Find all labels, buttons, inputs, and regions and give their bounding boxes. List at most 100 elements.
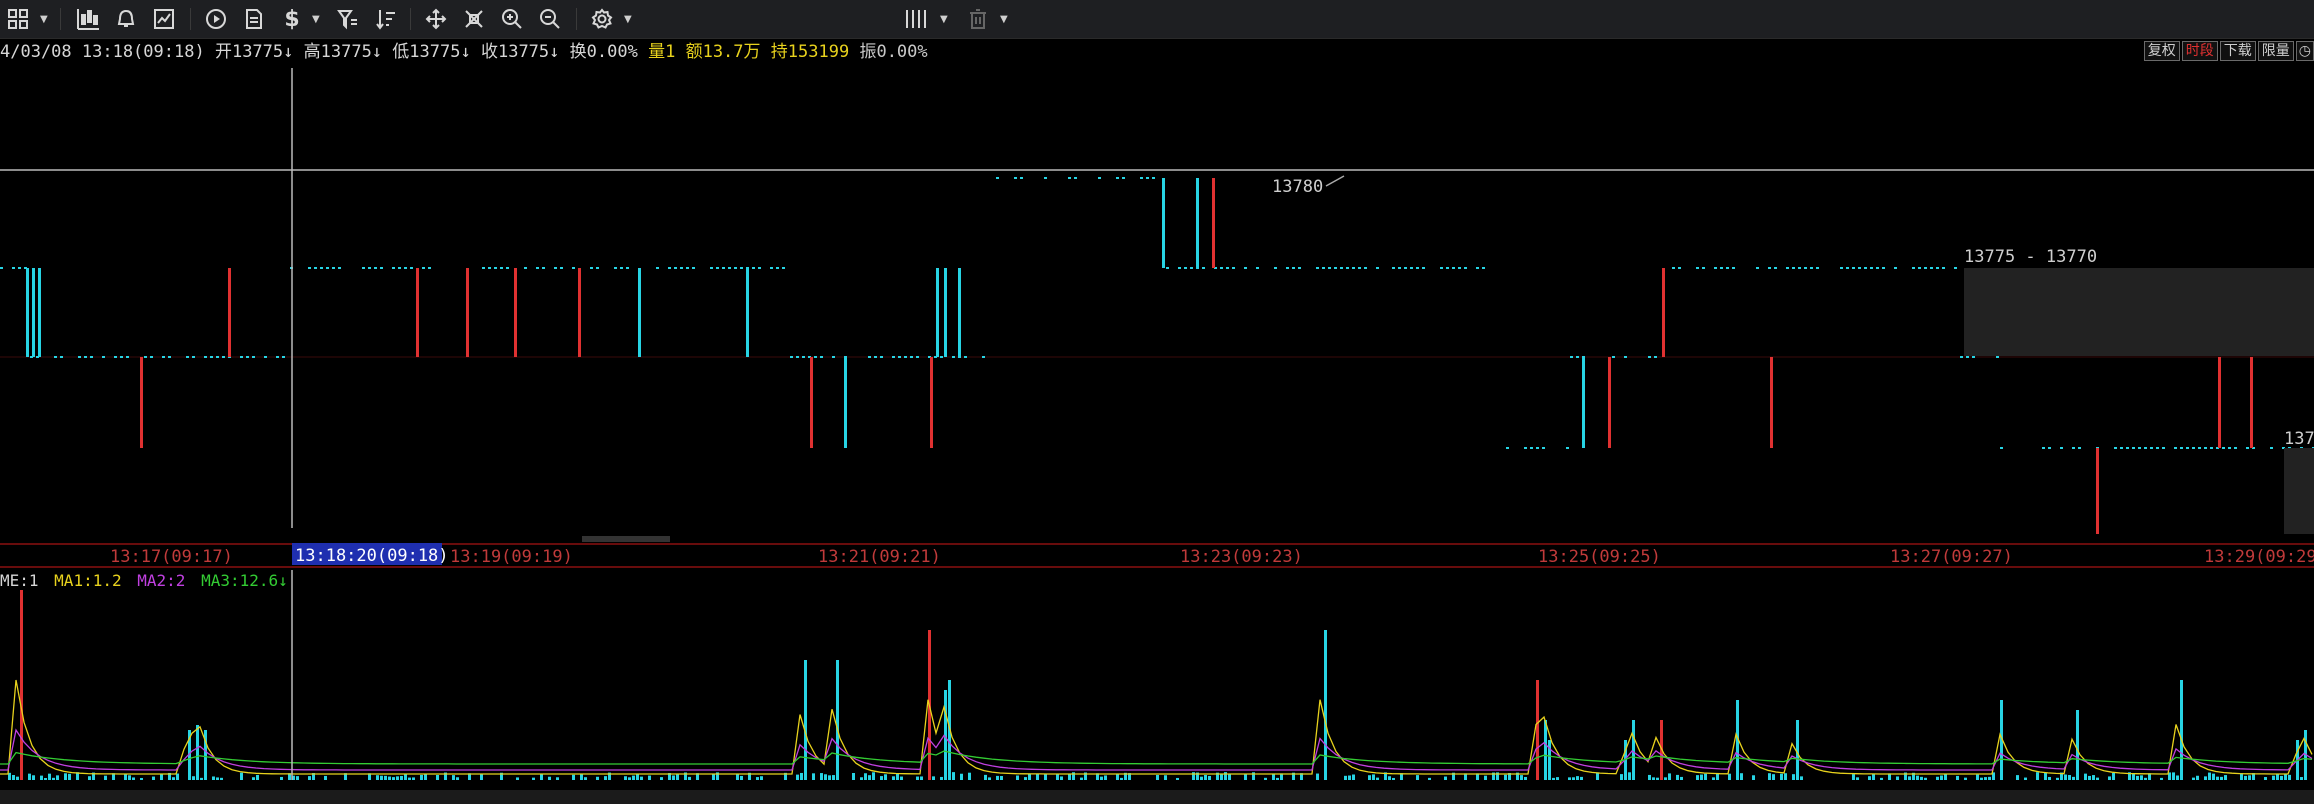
bell-icon[interactable] [112, 5, 140, 33]
price-tick [2192, 447, 2195, 449]
shiduan-button[interactable]: 时段 [2181, 41, 2218, 61]
volume-bar [712, 773, 715, 780]
sort-icon[interactable] [372, 5, 400, 33]
volume-bar [1196, 772, 1199, 780]
volume-bar [1024, 777, 1027, 780]
toolbar-separator [410, 8, 411, 30]
trash-icon[interactable] [964, 5, 992, 33]
volume-bar [1508, 773, 1511, 780]
volume-bar [2244, 775, 2247, 780]
price-tick [722, 267, 725, 269]
price-tick [1146, 177, 1149, 179]
price-bar [944, 268, 947, 357]
volume-bar [252, 777, 255, 780]
dollar-dropdown-caret[interactable]: ▼ [312, 14, 320, 25]
price-tick [656, 267, 659, 269]
fuquan-button[interactable]: 复权 [2143, 41, 2180, 61]
document-icon[interactable] [240, 5, 268, 33]
volume-bar [1556, 777, 1559, 780]
volume-legend-me: ME:1 [0, 571, 39, 590]
price-tick [2180, 447, 2183, 449]
volume-bar [404, 773, 407, 780]
draw-icon[interactable] [460, 5, 488, 33]
volume-bar [984, 774, 987, 780]
open-interest: 持153199 [770, 42, 850, 62]
volume-bar [324, 775, 327, 780]
price-tick [1404, 267, 1407, 269]
move-icon[interactable] [422, 5, 450, 33]
horizontal-scrollbar[interactable] [582, 536, 670, 542]
volume-bar [648, 775, 651, 780]
volume-bar [1868, 776, 1871, 780]
price-tick [1894, 267, 1897, 269]
volume-bar [1116, 773, 1119, 780]
trash-dropdown-caret[interactable]: ▼ [1000, 14, 1008, 25]
price-tick [1768, 267, 1771, 269]
price-tick [380, 267, 383, 269]
price-tick [868, 356, 871, 358]
price-tick [1476, 267, 1479, 269]
volume-bar [1368, 775, 1371, 780]
volume-bar [1352, 774, 1355, 780]
volume-bar [684, 772, 687, 780]
volume-bar [2064, 774, 2067, 780]
volume-bar [2196, 775, 2199, 780]
volume-bar [2252, 773, 2255, 780]
chart-icon[interactable] [150, 5, 178, 33]
volume-bar [1648, 774, 1651, 780]
volume-bar [312, 773, 315, 780]
volume-bar [1100, 776, 1103, 780]
bottom-scroll-area[interactable] [0, 790, 2314, 804]
price-tick [1316, 267, 1319, 269]
volume-bar [1872, 774, 1875, 780]
grid-icon[interactable] [4, 5, 32, 33]
zoom-out-icon[interactable] [536, 5, 564, 33]
price-tick [2270, 447, 2273, 449]
price-tick [228, 356, 231, 358]
limit-button[interactable]: 限量 [2257, 41, 2294, 61]
amplitude-value: 振0.00% [859, 42, 928, 62]
price-tick [614, 267, 617, 269]
volume-bar [1096, 773, 1099, 780]
download-button[interactable]: 下载 [2219, 41, 2256, 61]
volume-bar [1044, 774, 1047, 780]
zoom-in-icon[interactable] [498, 5, 526, 33]
volume-bar [1936, 776, 1939, 780]
price-tick [1440, 267, 1443, 269]
volume-bar [968, 772, 971, 780]
volume-bar [516, 777, 519, 780]
volume-bar [12, 775, 15, 780]
price-tick [84, 356, 87, 358]
price-tick [2174, 447, 2177, 449]
dollar-icon[interactable]: $ [278, 5, 306, 33]
price-tick [308, 267, 311, 269]
volume-bar [392, 777, 395, 780]
filter-icon[interactable] [334, 5, 362, 33]
gear-icon[interactable] [588, 5, 616, 33]
price-tick [1582, 356, 1585, 358]
play-icon[interactable] [202, 5, 230, 33]
columns-dropdown-caret[interactable]: ▼ [940, 14, 948, 25]
grid-dropdown-caret[interactable]: ▼ [40, 14, 48, 25]
volume-bar [1164, 775, 1167, 780]
price-tick [54, 356, 57, 358]
volume-bar [2096, 777, 2099, 780]
price-tick [374, 267, 377, 269]
gear-dropdown-caret[interactable]: ▼ [624, 14, 632, 25]
price-tick [2072, 447, 2075, 449]
price-tick [626, 267, 629, 269]
price-tick [1840, 267, 1843, 269]
volume-bar [1292, 772, 1295, 780]
volume-bar [960, 773, 963, 780]
volume-bar [668, 773, 671, 780]
clock-icon[interactable]: ◷ [2295, 41, 2314, 61]
volume-bar [1080, 777, 1083, 780]
columns-icon[interactable] [902, 5, 930, 33]
price-tick [2048, 447, 2051, 449]
price-tick [1322, 267, 1325, 269]
volume-bar [1916, 775, 1919, 780]
candlestick-icon[interactable] [74, 5, 102, 33]
price-tick [1422, 267, 1425, 269]
price-tick [1346, 267, 1349, 269]
price-tick [422, 267, 425, 269]
